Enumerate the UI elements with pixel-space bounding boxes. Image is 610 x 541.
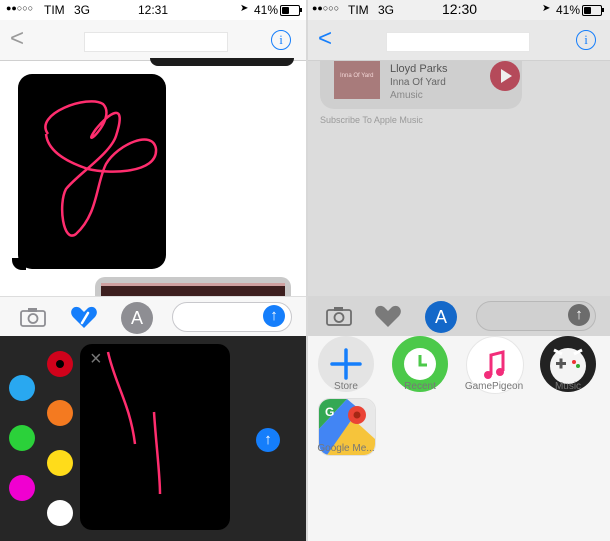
send-button[interactable]: ↑ xyxy=(568,304,590,326)
back-button[interactable]: < xyxy=(10,25,24,53)
subscribe-link[interactable]: Subscribe To Apple Music xyxy=(320,115,423,125)
right-screenshot: ●●○○○ TIM 3G 12:30 ➤ 41% < i Inna Of Yar… xyxy=(308,0,610,541)
conversation-header: < i xyxy=(0,20,306,61)
redacted-contact-name xyxy=(84,32,228,52)
status-bar: ●●○○○ TIM 3G 12:31 ➤ 41% xyxy=(0,0,306,20)
app-drawer: Store Recent GamePigeon Music G Google M… xyxy=(308,336,610,541)
svg-text:G: G xyxy=(325,405,334,419)
album-art: Inna Of Yard xyxy=(334,61,380,99)
google-maps-label: Google Me... xyxy=(317,443,375,454)
app-store-icon[interactable]: A xyxy=(425,301,457,333)
recent-label: Recent xyxy=(404,381,436,392)
left-screenshot: ●●○○○ TIM 3G 12:31 ➤ 41% < i A ↑ × ↑ xyxy=(0,0,306,541)
music-message-card[interactable]: Inna Of Yard Lloyd Parks Inna Of Yard Am… xyxy=(320,61,522,109)
drawing-strokes xyxy=(106,351,162,495)
message-toolbar: A ↑ xyxy=(0,296,306,337)
app-store-icon[interactable]: A xyxy=(121,302,153,334)
music-label: Music xyxy=(554,381,582,392)
battery-percent: 41% xyxy=(556,3,581,17)
drawing-canvas[interactable]: × xyxy=(80,344,230,530)
digital-touch-heart-icon[interactable] xyxy=(70,305,98,329)
handwriting-stroke xyxy=(44,100,158,237)
status-time: 12:31 xyxy=(138,3,169,17)
network-type: 3G xyxy=(378,3,395,17)
digital-touch-panel: × ↑ xyxy=(0,336,306,541)
digital-touch-heart-icon[interactable] xyxy=(374,304,402,328)
play-button[interactable] xyxy=(490,61,520,91)
status-time: 12:30 xyxy=(442,1,478,17)
conversation-area: Inna Of Yard Lloyd Parks Inna Of Yard Am… xyxy=(308,61,610,297)
signal-dots: ●●○○○ xyxy=(6,3,34,13)
album-name: Inna Of Yard xyxy=(390,77,446,88)
battery-icon xyxy=(582,5,604,16)
redacted-contact-name xyxy=(386,32,530,52)
color-swatch[interactable] xyxy=(47,500,73,526)
color-swatch[interactable] xyxy=(47,450,73,476)
info-button[interactable]: i xyxy=(576,30,596,50)
info-button[interactable]: i xyxy=(271,30,291,50)
store-label: Store xyxy=(334,381,358,392)
camera-icon[interactable] xyxy=(326,306,352,326)
send-button[interactable]: ↑ xyxy=(263,305,285,327)
conversation-header: < i xyxy=(308,20,610,61)
carrier: TIM xyxy=(44,3,65,17)
status-bar: ●●○○○ TIM 3G 12:30 ➤ 41% xyxy=(308,0,610,20)
color-swatch[interactable] xyxy=(47,351,73,377)
network-type: 3G xyxy=(74,3,91,17)
battery-icon xyxy=(280,5,302,16)
track-title: Lloyd Parks xyxy=(390,63,448,75)
send-drawing-button[interactable]: ↑ xyxy=(256,428,280,452)
bubble-tail xyxy=(12,258,26,270)
location-icon: ➤ xyxy=(240,3,249,14)
message-toolbar: A ↑ xyxy=(308,296,610,336)
back-button[interactable]: < xyxy=(318,25,332,53)
color-swatch[interactable] xyxy=(9,425,35,451)
digital-touch-message[interactable] xyxy=(18,74,166,269)
color-swatch[interactable] xyxy=(9,375,35,401)
color-swatch[interactable] xyxy=(47,400,73,426)
color-swatch[interactable] xyxy=(9,475,35,501)
previous-message-bubble[interactable] xyxy=(150,58,294,66)
music-source: Amusic xyxy=(390,90,423,101)
location-icon: ➤ xyxy=(542,3,551,14)
carrier: TIM xyxy=(348,3,369,17)
signal-dots: ●●○○○ xyxy=(312,3,340,13)
gamepigeon-label: GamePigeon xyxy=(464,381,524,392)
battery-percent: 41% xyxy=(254,3,279,17)
camera-icon[interactable] xyxy=(20,307,46,327)
